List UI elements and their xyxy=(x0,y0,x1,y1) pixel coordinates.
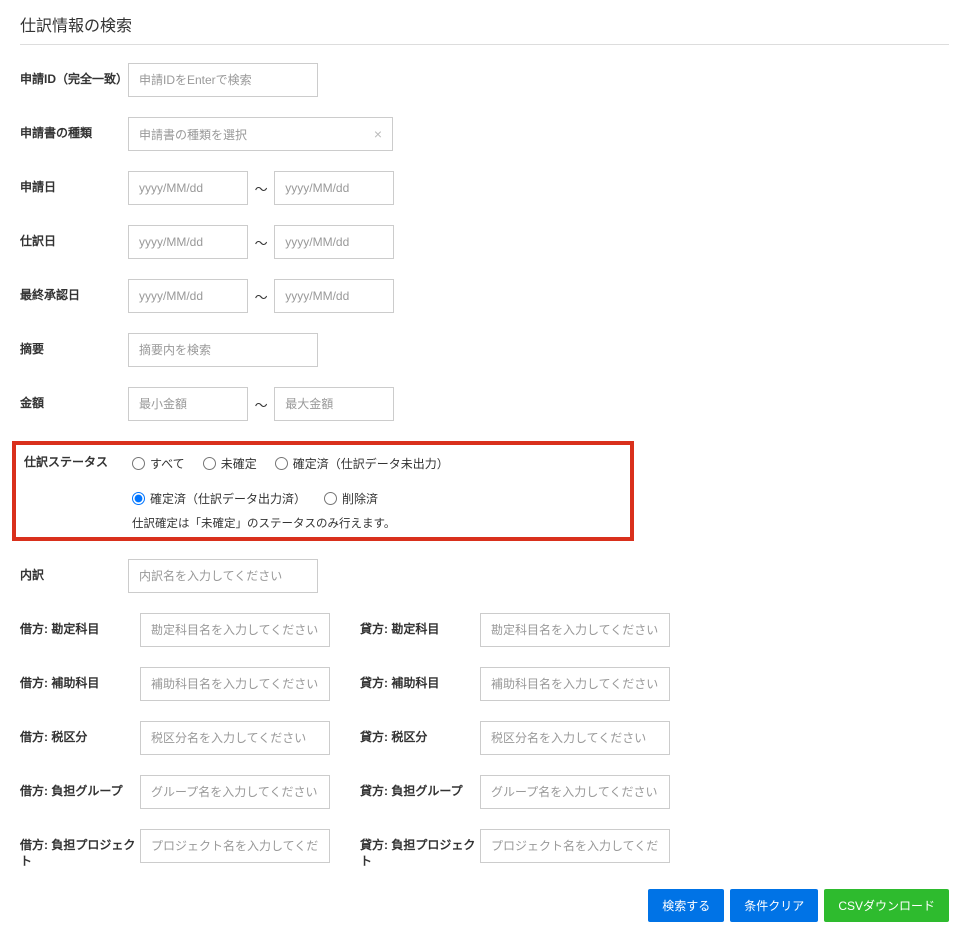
label-request-id: 申請ID（完全一致） xyxy=(20,63,128,88)
status-radio-all-input[interactable] xyxy=(132,457,145,470)
label-amount: 金額 xyxy=(20,387,128,412)
close-icon[interactable]: × xyxy=(374,126,382,142)
status-radio-deleted-input[interactable] xyxy=(324,492,337,505)
debit-tax-input[interactable] xyxy=(140,721,330,755)
range-separator: ～ xyxy=(255,179,268,198)
status-radio-confirmed-exported-input[interactable] xyxy=(132,492,145,505)
label-final-approval-date: 最終承認日 xyxy=(20,279,128,304)
status-radio-unconfirmed[interactable]: 未確定 xyxy=(203,455,257,472)
label-debit-subaccount: 借方: 補助科目 xyxy=(20,667,140,692)
final-approval-to-input[interactable] xyxy=(274,279,394,313)
row-journal-date: 仕訳日 ～ xyxy=(20,225,949,259)
range-separator: ～ xyxy=(255,287,268,306)
label-journal-date: 仕訳日 xyxy=(20,225,128,250)
status-radio-confirmed-exported[interactable]: 確定済（仕訳データ出力済） xyxy=(132,490,306,507)
page-title: 仕訳情報の検索 xyxy=(20,12,949,45)
row-request-type: 申請書の種類 申請書の種類を選択 × xyxy=(20,117,949,151)
label-breakdown: 内訳 xyxy=(20,559,128,584)
label-credit-subaccount: 貸方: 補助科目 xyxy=(360,667,480,692)
status-highlight-box: 仕訳ステータス すべて 未確定 確定済（仕訳データ未出力） 確定済（仕訳データ出… xyxy=(12,441,634,541)
search-button[interactable]: 検索する xyxy=(648,889,724,922)
status-radio-confirmed-exported-label: 確定済（仕訳データ出力済） xyxy=(150,490,306,507)
status-radio-confirmed-not-exported-label: 確定済（仕訳データ未出力） xyxy=(293,455,449,472)
status-radio-unconfirmed-input[interactable] xyxy=(203,457,216,470)
credit-account-input[interactable] xyxy=(480,613,670,647)
status-radio-confirmed-not-exported-input[interactable] xyxy=(275,457,288,470)
label-status: 仕訳ステータス xyxy=(24,451,132,471)
csv-download-button[interactable]: CSVダウンロード xyxy=(824,889,949,922)
row-final-approval-date: 最終承認日 ～ xyxy=(20,279,949,313)
status-radio-deleted[interactable]: 削除済 xyxy=(324,490,378,507)
amount-min-input[interactable] xyxy=(128,387,248,421)
label-debit-project: 借方: 負担プロジェクト xyxy=(20,829,140,869)
debit-account-input[interactable] xyxy=(140,613,330,647)
row-request-date: 申請日 ～ xyxy=(20,171,949,205)
status-radio-group: すべて 未確定 確定済（仕訳データ未出力） 確定済（仕訳データ出力済） 削除済 xyxy=(132,451,622,507)
row-amount: 金額 ～ xyxy=(20,387,949,421)
status-radio-all-label: すべて xyxy=(150,455,185,472)
debit-group-input[interactable] xyxy=(140,775,330,809)
breakdown-input[interactable] xyxy=(128,559,318,593)
row-summary: 摘要 xyxy=(20,333,949,367)
label-debit-account: 借方: 勘定科目 xyxy=(20,613,140,638)
request-id-input[interactable] xyxy=(128,63,318,97)
label-credit-account: 貸方: 勘定科目 xyxy=(360,613,480,638)
amount-max-input[interactable] xyxy=(274,387,394,421)
row-account: 借方: 勘定科目 貸方: 勘定科目 xyxy=(20,613,949,647)
request-date-from-input[interactable] xyxy=(128,171,248,205)
credit-project-input[interactable] xyxy=(480,829,670,863)
label-summary: 摘要 xyxy=(20,333,128,358)
row-tax: 借方: 税区分 貸方: 税区分 xyxy=(20,721,949,755)
status-radio-all[interactable]: すべて xyxy=(132,455,185,472)
label-request-type: 申請書の種類 xyxy=(20,117,128,142)
label-credit-project: 貸方: 負担プロジェクト xyxy=(360,829,480,869)
label-credit-group: 貸方: 負担グループ xyxy=(360,775,480,800)
final-approval-from-input[interactable] xyxy=(128,279,248,313)
row-project: 借方: 負担プロジェクト 貸方: 負担プロジェクト xyxy=(20,829,949,869)
label-request-date: 申請日 xyxy=(20,171,128,196)
range-separator: ～ xyxy=(255,233,268,252)
debit-subaccount-input[interactable] xyxy=(140,667,330,701)
footer-buttons: 検索する 条件クリア CSVダウンロード xyxy=(20,889,949,922)
journal-date-from-input[interactable] xyxy=(128,225,248,259)
row-request-id: 申請ID（完全一致） xyxy=(20,63,949,97)
request-date-to-input[interactable] xyxy=(274,171,394,205)
credit-subaccount-input[interactable] xyxy=(480,667,670,701)
row-subaccount: 借方: 補助科目 貸方: 補助科目 xyxy=(20,667,949,701)
row-group: 借方: 負担グループ 貸方: 負担グループ xyxy=(20,775,949,809)
status-radio-deleted-label: 削除済 xyxy=(342,490,378,507)
journal-date-to-input[interactable] xyxy=(274,225,394,259)
debit-project-input[interactable] xyxy=(140,829,330,863)
status-radio-confirmed-not-exported[interactable]: 確定済（仕訳データ未出力） xyxy=(275,455,449,472)
request-type-placeholder: 申請書の種類を選択 xyxy=(139,126,247,143)
credit-tax-input[interactable] xyxy=(480,721,670,755)
label-credit-tax: 貸方: 税区分 xyxy=(360,721,480,746)
row-breakdown: 内訳 xyxy=(20,559,949,593)
credit-group-input[interactable] xyxy=(480,775,670,809)
status-note: 仕訳確定は「未確定」のステータスのみ行えます。 xyxy=(132,515,622,531)
range-separator: ～ xyxy=(255,395,268,414)
summary-input[interactable] xyxy=(128,333,318,367)
clear-button[interactable]: 条件クリア xyxy=(730,889,818,922)
status-radio-unconfirmed-label: 未確定 xyxy=(221,455,257,472)
label-debit-group: 借方: 負担グループ xyxy=(20,775,140,800)
label-debit-tax: 借方: 税区分 xyxy=(20,721,140,746)
request-type-select[interactable]: 申請書の種類を選択 × xyxy=(128,117,393,151)
